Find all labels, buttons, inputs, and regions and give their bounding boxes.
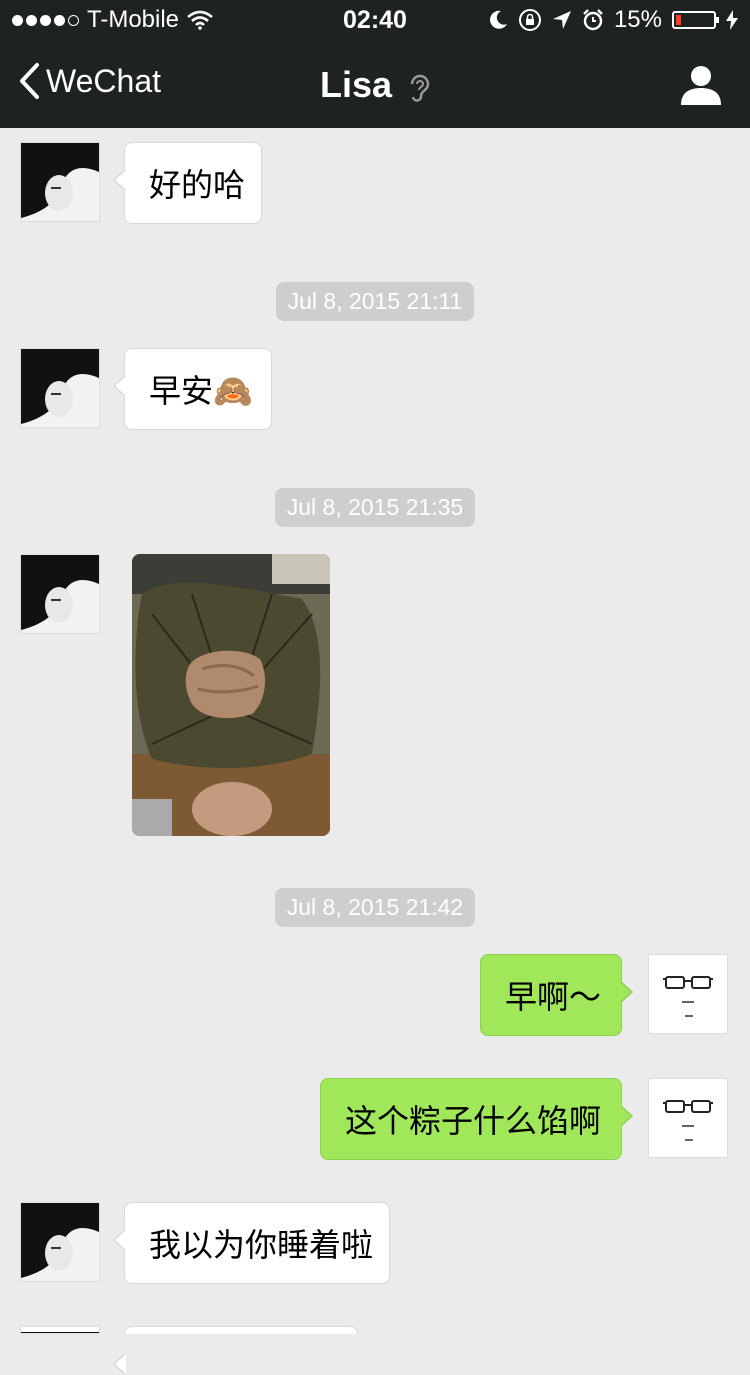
ear-icon <box>410 75 430 103</box>
contact-avatar[interactable] <box>20 348 100 428</box>
charging-bolt-icon <box>726 10 738 30</box>
timestamp: Jul 8, 2015 21:11 <box>0 282 750 321</box>
contact-profile-icon[interactable] <box>680 64 722 106</box>
my-avatar[interactable] <box>648 954 728 1034</box>
timestamp-label: Jul 8, 2015 21:11 <box>275 282 475 321</box>
message-bubble-incoming[interactable]: 好的哈 <box>113 142 262 224</box>
battery-icon <box>672 11 719 29</box>
contact-name: Lisa <box>319 64 393 105</box>
timestamp: Jul 8, 2015 21:42 <box>0 888 750 927</box>
message-text: 我以为你睡着啦 <box>149 1227 374 1263</box>
message-bubble-incoming[interactable]: 早安🙈 <box>113 348 272 430</box>
alarm-icon <box>583 9 603 31</box>
contact-avatar[interactable] <box>20 142 100 222</box>
my-avatar[interactable] <box>648 1078 728 1158</box>
message-text: 好的哈 <box>149 167 246 203</box>
contact-avatar-partial[interactable] <box>20 1326 100 1334</box>
status-bar: T-Mobile 02:40 15% <box>0 0 750 40</box>
message-text: 早啊～ <box>505 979 602 1015</box>
rotation-lock-icon <box>518 9 541 31</box>
contact-avatar[interactable] <box>20 1202 100 1282</box>
message-bubble-incoming[interactable]: 我以为你睡着啦 <box>113 1202 390 1284</box>
message-bubble-outgoing[interactable]: 这个粽子什么馅啊 <box>320 1078 633 1160</box>
location-arrow-icon <box>552 11 571 29</box>
message-bubble-outgoing[interactable]: 早啊～ <box>480 954 633 1036</box>
timestamp-label: Jul 8, 2015 21:42 <box>274 888 476 927</box>
message-bubble-incoming-partial[interactable] <box>113 1326 358 1375</box>
chat-title: Lisa <box>0 64 750 106</box>
message-text: 早安🙈 <box>149 373 253 409</box>
battery-percent: 15% <box>613 6 662 33</box>
timestamp: Jul 8, 2015 21:35 <box>0 488 750 527</box>
top-bar: T-Mobile 02:40 15% WeChat Lisa <box>0 0 750 128</box>
contact-avatar[interactable] <box>20 554 100 634</box>
navigation-bar: WeChat Lisa <box>0 40 750 128</box>
timestamp-label: Jul 8, 2015 21:35 <box>274 488 476 527</box>
image-message-zongzi-photo[interactable] <box>132 554 330 836</box>
message-text: 这个粽子什么馅啊 <box>345 1103 602 1139</box>
moon-icon <box>490 10 507 29</box>
status-right: 15% <box>488 6 738 34</box>
battery-fill <box>676 15 682 25</box>
